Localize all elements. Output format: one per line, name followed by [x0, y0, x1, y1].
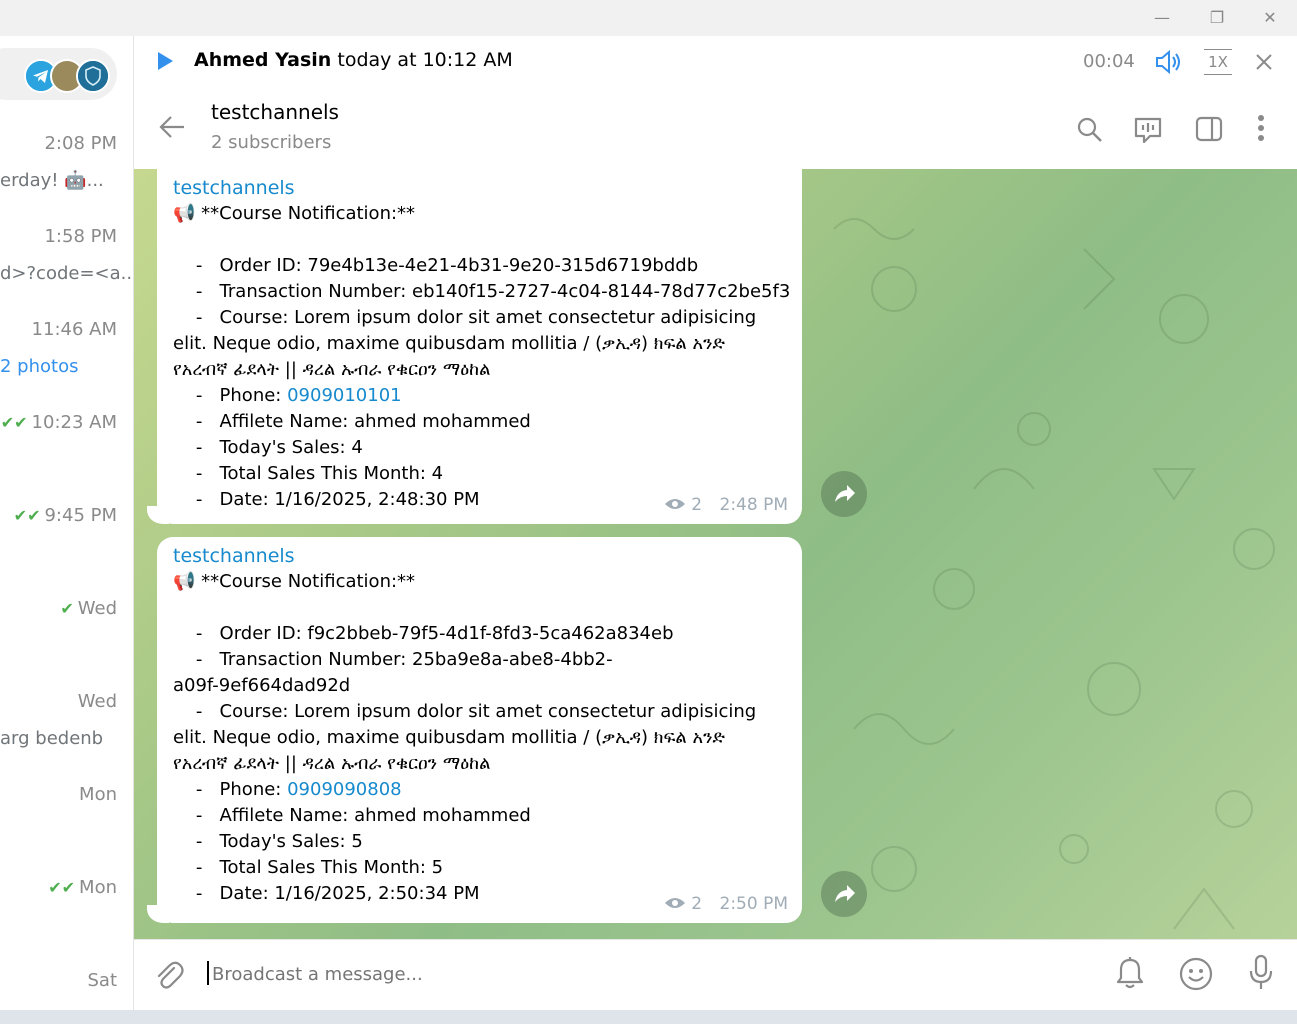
live-stream-icon[interactable] — [1132, 114, 1164, 146]
post-heading: 📢 **Course Notification:** — [173, 203, 416, 224]
affiliate-line: - Affilete Name: ahmed mohammed — [173, 411, 531, 432]
chat-header: testchannels 2 subscribers — [134, 88, 1297, 170]
course-line: elit. Neque odio, maxime quibusdam molli… — [173, 727, 725, 748]
bell-icon[interactable] — [1116, 956, 1144, 990]
post-meta: 2 2:48 PM — [664, 492, 788, 518]
transaction-line: - Transaction Number: 25ba9e8a-abe8-4bb2… — [173, 649, 613, 670]
view-count: 2 — [691, 894, 703, 914]
phone-label: - Phone: — [173, 779, 288, 800]
chat-list: 2:08 PM erday! 🤖... 1:58 PM d>?code=<a..… — [0, 36, 134, 1010]
forward-button[interactable] — [821, 871, 867, 917]
message-input[interactable] — [210, 956, 1014, 992]
player-elapsed: 00:04 — [1083, 51, 1135, 72]
month-sales-line: - Total Sales This Month: 5 — [173, 857, 444, 878]
channel-post[interactable]: testchannels 📢 **Course Notification:** … — [157, 169, 802, 524]
chat-time-text: 10:23 AM — [31, 412, 117, 433]
shield-icon — [78, 61, 108, 91]
forward-button[interactable] — [821, 471, 867, 517]
chat-time: ✔✔ Mon — [48, 877, 117, 898]
chat-time: ✔✔ 10:23 AM — [1, 412, 117, 433]
close-player-icon[interactable] — [1254, 52, 1274, 72]
chat-time-text: 9:45 PM — [44, 505, 117, 526]
playback-speed-button[interactable]: 1X — [1204, 49, 1232, 75]
phone-line: - Phone: 0909010101 — [173, 383, 786, 409]
microphone-icon[interactable] — [1248, 954, 1274, 992]
chat-time: 2:08 PM — [44, 133, 117, 154]
taskbar — [0, 1010, 1297, 1024]
chat-preview: 2 photos — [0, 356, 79, 377]
chat-time: 1:58 PM — [44, 226, 117, 247]
post-spacer: ​ — [173, 227, 786, 253]
search-icon[interactable] — [1076, 116, 1104, 144]
post-sender[interactable]: testchannels — [173, 175, 786, 201]
chat-preview: arg bedenb — [0, 728, 104, 749]
view-count: 2 — [691, 495, 703, 515]
play-icon[interactable] — [156, 51, 174, 71]
player-title[interactable]: Ahmed Yasin today at 10:12 AM — [194, 49, 513, 71]
course-line: - Course: Lorem ipsum dolor sit amet con… — [173, 701, 757, 722]
chat-preview: erday! 🤖... — [0, 170, 104, 191]
chat-preview: d>?code=<a... — [0, 263, 134, 284]
eye-icon — [664, 499, 685, 509]
double-check-icon: ✔✔ — [13, 506, 41, 525]
course-line: elit. Neque odio, maxime quibusdam molli… — [173, 333, 725, 354]
phone-link[interactable]: 0909010101 — [287, 385, 402, 406]
chat-time-text: Mon — [79, 877, 117, 898]
chat-title[interactable]: testchannels — [211, 100, 339, 124]
check-icon: ✔ — [60, 599, 74, 618]
double-check-icon: ✔✔ — [0, 413, 28, 432]
sidebar-toggle-icon[interactable] — [1195, 116, 1223, 142]
chat-time: 11:46 AM — [31, 319, 117, 340]
text-cursor — [207, 961, 209, 985]
double-check-icon: ✔✔ — [48, 878, 76, 897]
restore-button[interactable]: ❐ — [1205, 8, 1229, 28]
forward-icon — [835, 485, 855, 502]
chat-time: ✔ Wed — [60, 598, 117, 619]
post-sender[interactable]: testchannels — [173, 543, 786, 569]
emoji-icon[interactable] — [1179, 957, 1213, 991]
channel-avatar[interactable] — [76, 59, 110, 93]
message-composer — [134, 939, 1297, 1011]
phone-label: - Phone: — [173, 385, 288, 406]
chat-time: Sat — [87, 970, 117, 991]
phone-link[interactable]: 0909090808 — [287, 779, 402, 800]
player-when: today at 10:12 AM — [337, 49, 513, 71]
attach-icon[interactable] — [154, 960, 184, 992]
today-sales-line: - Today's Sales: 4 — [173, 437, 363, 458]
window-titlebar: — ❐ ✕ — [0, 0, 1297, 36]
course-line: የአረብኛ ፊደላት || ዳረል ኡብራ የቁርዐን ማዕከል — [173, 359, 491, 380]
chat-time: Mon — [79, 784, 117, 805]
close-window-button[interactable]: ✕ — [1258, 8, 1282, 28]
affiliate-line: - Affilete Name: ahmed mohammed — [173, 805, 531, 826]
course-line: የአረብኛ ፊደላት || ዳረል ኡብራ የቁርዐን ማዕከል — [173, 753, 491, 774]
today-sales-line: - Today's Sales: 5 — [173, 831, 363, 852]
channel-post[interactable]: testchannels 📢 **Course Notification:** … — [157, 537, 802, 923]
subscriber-count: 2 subscribers — [211, 132, 332, 153]
month-sales-line: - Total Sales This Month: 4 — [173, 463, 444, 484]
player-sender: Ahmed Yasin — [194, 49, 332, 71]
chat-time-text: Wed — [77, 598, 117, 619]
more-vertical-icon[interactable] — [1257, 114, 1265, 142]
post-time: 2:48 PM — [719, 495, 789, 515]
phone-line: - Phone: 0909090808 — [173, 777, 786, 803]
post-meta: 2 2:50 PM — [664, 891, 788, 917]
eye-icon — [664, 898, 685, 908]
chat-time: ✔✔ 9:45 PM — [14, 505, 117, 526]
post-spacer: ​ — [173, 595, 786, 621]
audio-player-bar: Ahmed Yasin today at 10:12 AM 00:04 1X — [134, 36, 1297, 89]
order-id-line: - Order ID: 79e4b13e-4e21-4b31-9e20-315d… — [173, 255, 699, 276]
back-arrow-icon[interactable] — [158, 114, 186, 140]
minimize-button[interactable]: — — [1150, 8, 1174, 28]
chat-time: Wed — [77, 691, 117, 712]
order-id-line: - Order ID: f9c2bbeb-79f5-4d1f-8fd3-5ca4… — [173, 623, 674, 644]
course-line: - Course: Lorem ipsum dolor sit amet con… — [173, 307, 757, 328]
post-heading: 📢 **Course Notification:** — [173, 571, 416, 592]
post-time: 2:50 PM — [719, 894, 789, 914]
transaction-line: - Transaction Number: eb140f15-2727-4c04… — [173, 281, 791, 302]
volume-icon[interactable] — [1154, 49, 1184, 75]
forward-icon — [835, 885, 855, 902]
transaction-line: a09f-9ef664dad92d — [173, 675, 351, 696]
